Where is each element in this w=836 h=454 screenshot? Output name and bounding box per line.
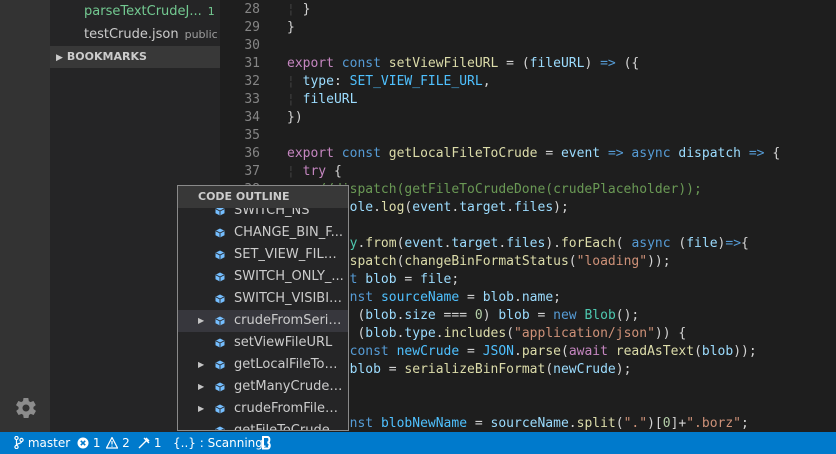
code-line[interactable]: 32 ¦ type: SET_VIEW_FILE_URL, xyxy=(220,73,836,91)
cube-symbol-icon xyxy=(215,338,225,348)
cube-symbol-icon xyxy=(215,294,225,304)
line-code: //dispatch(getFileToCrudeDone(crudePlace… xyxy=(287,182,702,197)
branch-name: master xyxy=(27,436,71,450)
outline-item[interactable]: SWITCH_VISIBIL... xyxy=(178,288,348,310)
bookmark-b-icon xyxy=(262,436,271,450)
cube-symbol-icon xyxy=(215,250,225,260)
line-code: }) xyxy=(287,110,303,125)
outline-item-label: crudeFromSerial... xyxy=(234,313,344,328)
file-folder-description: public xyxy=(184,28,218,41)
file-name: parseTextCrudeJ... xyxy=(84,4,202,19)
line-code: export const setViewFileURL = (fileURL) … xyxy=(287,56,640,71)
code-line[interactable]: 29} xyxy=(220,19,836,37)
tools-count: 1 xyxy=(153,436,162,450)
line-code: ¦ type: SET_VIEW_FILE_URL, xyxy=(287,74,491,89)
line-code: ¦ } xyxy=(287,2,311,17)
outline-item[interactable]: SET_VIEW_FILE... xyxy=(178,244,348,266)
error-icon xyxy=(77,437,89,449)
line-number: 28 xyxy=(244,2,260,17)
cube-symbol-icon xyxy=(215,382,225,392)
line-number: 29 xyxy=(244,20,260,35)
cube-symbol-icon xyxy=(215,404,225,414)
file-item-test-crude-json[interactable]: testCrude.json public xyxy=(84,24,218,46)
code-outline-panel: CODE OUTLINE SWITCH_NS CHANGE_BIN_F... SET… xyxy=(177,185,349,431)
outline-item[interactable]: ▶ crudeFromSerial... xyxy=(178,310,348,332)
code-line[interactable]: 36 export const getLocalFileToCrude = eve… xyxy=(220,145,836,163)
code-line[interactable]: 28 ¦ } xyxy=(220,1,836,19)
outline-item[interactable]: getFileToCrudeD... xyxy=(178,420,348,431)
code-line[interactable]: 30 xyxy=(220,37,836,55)
tools-icon xyxy=(138,437,150,449)
outline-item-label: getManyCrudeFr... xyxy=(234,379,344,394)
code-line[interactable]: 35 xyxy=(220,127,836,145)
code-line[interactable]: 34}) xyxy=(220,109,836,127)
code-line[interactable]: 31 export const setViewFileURL = (fileURL… xyxy=(220,55,836,73)
chevron-right-icon: ▶ xyxy=(56,53,63,63)
line-number: 36 xyxy=(244,146,260,161)
cube-symbol-icon xyxy=(215,272,225,282)
line-code: export const getLocalFileToCrude = event… xyxy=(287,146,781,161)
code-outline-header[interactable]: CODE OUTLINE xyxy=(178,186,348,208)
code-line[interactable]: 33 ¦ fileURL xyxy=(220,91,836,109)
status-bar: master 1 2 1 {..} : Scanning.. xyxy=(0,432,836,454)
problem-count-badge: 1 xyxy=(207,5,215,18)
line-number: 37 xyxy=(244,164,260,179)
outline-item[interactable]: setViewFileURL xyxy=(178,332,348,354)
chevron-right-icon[interactable]: ▶ xyxy=(198,354,204,376)
line-number: 34 xyxy=(244,110,260,125)
problems-status[interactable]: 1 2 xyxy=(77,432,130,454)
git-branch-icon xyxy=(14,435,24,450)
line-code: const blobNewName = sourceName.split("."… xyxy=(333,416,749,431)
line-code: } xyxy=(287,20,295,35)
error-count: 1 xyxy=(92,436,101,450)
cube-symbol-icon xyxy=(215,426,225,430)
line-code: ¦ try { xyxy=(287,164,342,179)
scanning-status[interactable]: {..} : Scanning.. xyxy=(173,432,271,454)
cube-symbol-icon xyxy=(215,316,225,326)
outline-item-label: CHANGE_BIN_F... xyxy=(234,225,344,240)
warning-icon xyxy=(105,436,119,449)
activity-bar xyxy=(0,0,50,432)
chevron-right-icon[interactable]: ▶ xyxy=(198,376,204,398)
chevron-right-icon[interactable]: ▶ xyxy=(198,310,204,332)
bookmarks-title: BOOKMARKS xyxy=(66,50,147,63)
line-code: ¦ fileURL xyxy=(287,92,358,107)
outline-item-label: getLocalFileToCr... xyxy=(234,357,344,372)
cube-symbol-icon xyxy=(215,360,225,370)
line-number: 30 xyxy=(244,38,260,53)
bookmark-status[interactable] xyxy=(261,432,272,454)
outline-item-label: crudeFromFileURL xyxy=(234,401,344,416)
file-item-parse-text-crude[interactable]: parseTextCrudeJ... 1 xyxy=(84,1,215,23)
code-line[interactable]: 37 ¦ try { xyxy=(220,163,836,181)
line-number: 31 xyxy=(244,56,260,71)
outline-item[interactable]: ▶ crudeFromFileURL xyxy=(178,398,348,420)
outline-item[interactable]: ▶ getLocalFileToCr... xyxy=(178,354,348,376)
outline-item-label: getFileToCrudeD... xyxy=(234,423,344,431)
outline-item-label: SET_VIEW_FILE... xyxy=(234,247,344,262)
outline-item-label: setViewFileURL xyxy=(234,335,333,350)
outline-item[interactable]: ▶ getManyCrudeFr... xyxy=(178,376,348,398)
line-code: ¦ const newCrude = JSON.parse(await read… xyxy=(334,344,757,359)
warning-count: 2 xyxy=(122,436,130,450)
cube-symbol-icon xyxy=(215,228,225,238)
outline-item[interactable]: SWITCH_ONLY_... xyxy=(178,266,348,288)
chevron-right-icon[interactable]: ▶ xyxy=(198,398,204,420)
gear-icon[interactable] xyxy=(14,396,38,420)
file-name: testCrude.json xyxy=(84,27,179,42)
branch-status[interactable]: master xyxy=(14,432,70,454)
line-number: 32 xyxy=(244,74,260,89)
bookmarks-section-header[interactable]: ▶ BOOKMARKS xyxy=(50,46,220,68)
line-number: 35 xyxy=(244,128,260,143)
tools-status[interactable]: 1 xyxy=(138,432,161,454)
line-code: Array.from(event.target.files).forEach( … xyxy=(318,236,749,251)
line-number: 33 xyxy=(244,92,260,107)
outline-item-label: SWITCH_ONLY_... xyxy=(234,269,344,284)
outline-item-label: SWITCH_VISIBIL... xyxy=(234,291,344,306)
outline-item[interactable]: CHANGE_BIN_F... xyxy=(178,222,348,244)
